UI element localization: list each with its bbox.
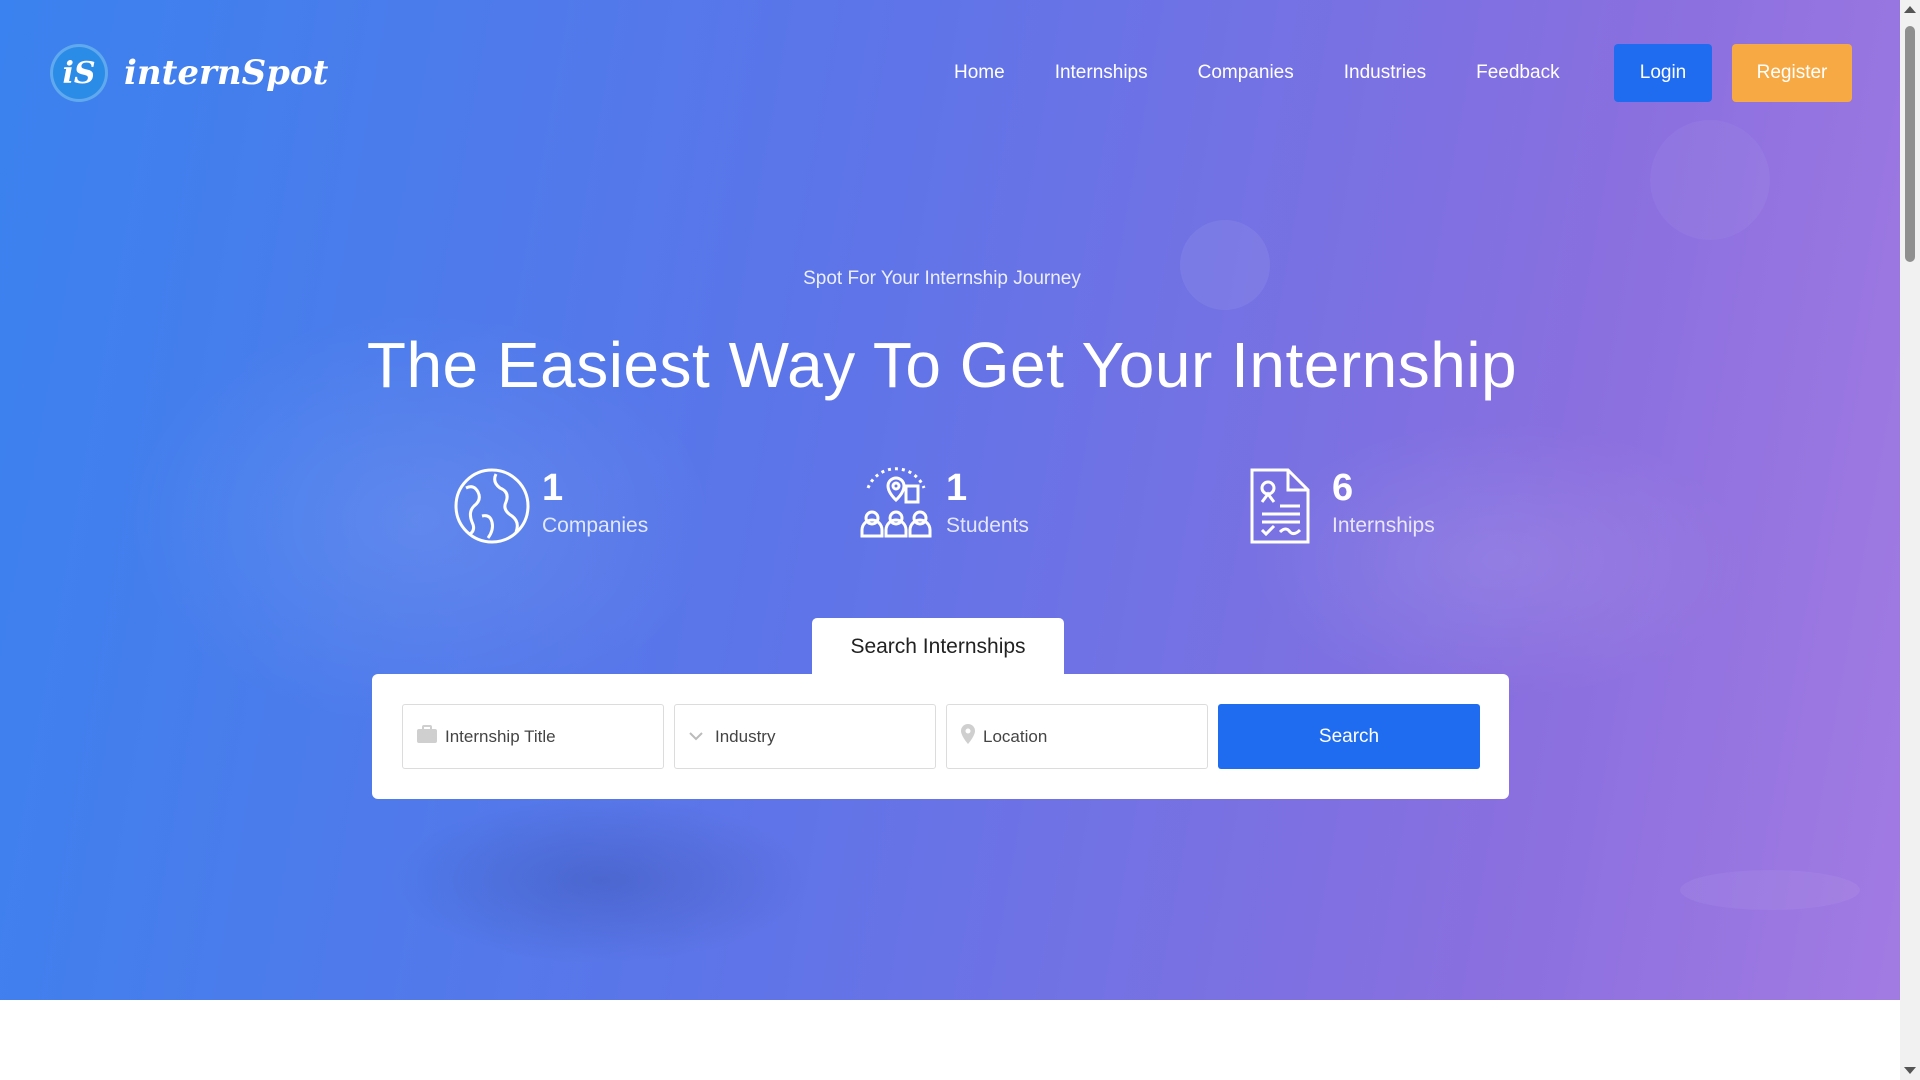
- hero-section: iS internSpot Home Internships Companies…: [0, 0, 1900, 1000]
- location-field[interactable]: [946, 704, 1208, 769]
- map-pin-icon: [961, 724, 975, 749]
- hero-tagline: Spot For Your Internship Journey: [803, 268, 1081, 289]
- background-bokeh: [1680, 870, 1860, 910]
- background-bokeh: [1650, 120, 1770, 240]
- stat-students-label: Students: [946, 514, 1029, 537]
- search-panel: Industry Search: [372, 674, 1509, 799]
- students-icon: [856, 466, 936, 546]
- stat-companies-label: Companies: [542, 514, 649, 537]
- industry-select-value: Industry: [715, 726, 776, 746]
- nav-internships[interactable]: Internships: [1055, 62, 1148, 84]
- internship-title-field[interactable]: [402, 704, 664, 769]
- scroll-up-arrow-icon[interactable]: [1904, 6, 1916, 13]
- background-bokeh: [1180, 220, 1270, 310]
- stat-internships-label: Internships: [1332, 514, 1435, 537]
- search-button[interactable]: Search: [1218, 704, 1480, 769]
- nav-industries[interactable]: Industries: [1344, 62, 1426, 84]
- internship-title-input[interactable]: [445, 726, 645, 747]
- scrollbar-thumb[interactable]: [1905, 26, 1915, 262]
- location-input[interactable]: [983, 726, 1183, 747]
- main-nav: Home Internships Companies Industries Fe…: [954, 62, 1610, 84]
- logo-mark: iS: [50, 44, 108, 102]
- nav-companies[interactable]: Companies: [1198, 62, 1294, 84]
- brand-logo[interactable]: iS internSpot: [50, 44, 328, 102]
- document-icon: [1242, 466, 1322, 546]
- chevron-down-icon: [689, 728, 703, 746]
- hero-headline: The Easiest Way To Get Your Internship: [366, 329, 1518, 401]
- stat-students: 1 Students: [856, 466, 1029, 546]
- page-scrollbar[interactable]: [1900, 0, 1920, 1080]
- register-button[interactable]: Register: [1732, 44, 1852, 102]
- globe-icon: [452, 466, 532, 546]
- briefcase-icon: [417, 725, 437, 748]
- stat-internships-value: 6: [1332, 467, 1354, 509]
- nav-home[interactable]: Home: [954, 62, 1005, 84]
- stat-internships: 6 Internships: [1242, 466, 1435, 546]
- scroll-down-arrow-icon[interactable]: [1904, 1067, 1916, 1074]
- login-button[interactable]: Login: [1614, 44, 1712, 102]
- stat-companies: 1 Companies: [452, 466, 648, 546]
- brand-name: internSpot: [124, 53, 329, 93]
- stat-students-value: 1: [946, 467, 968, 509]
- nav-feedback[interactable]: Feedback: [1476, 62, 1559, 84]
- stat-companies-value: 1: [542, 467, 564, 509]
- tab-search-internships[interactable]: Search Internships: [812, 618, 1064, 676]
- industry-select[interactable]: Industry: [674, 704, 936, 769]
